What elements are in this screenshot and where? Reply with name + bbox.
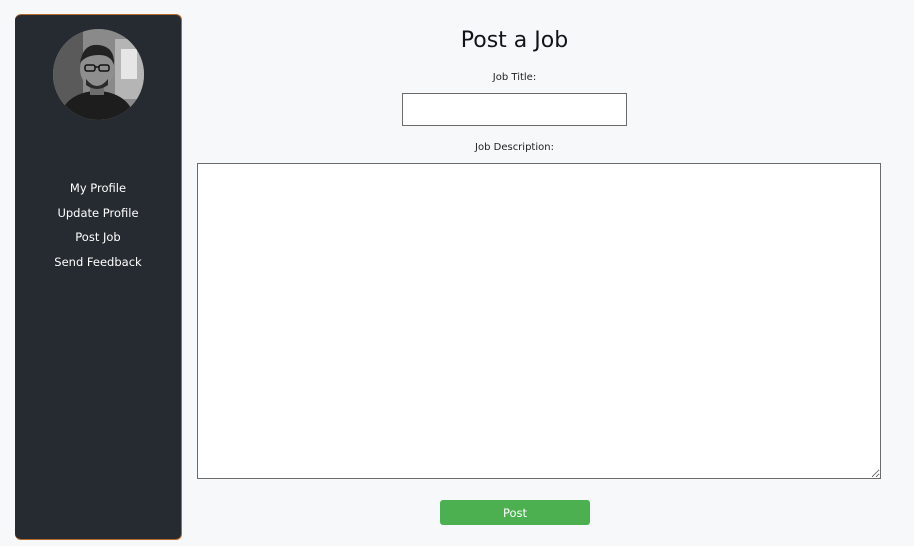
sidebar: My Profile Update Profile Post Job Send … — [15, 14, 182, 540]
job-title-input[interactable] — [402, 93, 627, 126]
job-title-label: Job Title: — [492, 72, 537, 83]
sidebar-item-post-job[interactable]: Post Job — [15, 228, 181, 253]
sidebar-item-update-profile[interactable]: Update Profile — [15, 204, 181, 229]
sidebar-item-send-feedback[interactable]: Send Feedback — [15, 253, 181, 278]
main-content: Post a Job Job Title: Job Description: P… — [182, 0, 914, 546]
job-description-label: Job Description: — [475, 142, 554, 153]
sidebar-nav: My Profile Update Profile Post Job Send … — [15, 179, 181, 277]
job-description-textarea[interactable] — [197, 163, 881, 479]
profile-photo — [53, 29, 144, 120]
avatar[interactable] — [53, 29, 144, 120]
page-title: Post a Job — [460, 28, 569, 53]
sidebar-item-my-profile[interactable]: My Profile — [15, 179, 181, 204]
post-button[interactable]: Post — [440, 500, 590, 525]
